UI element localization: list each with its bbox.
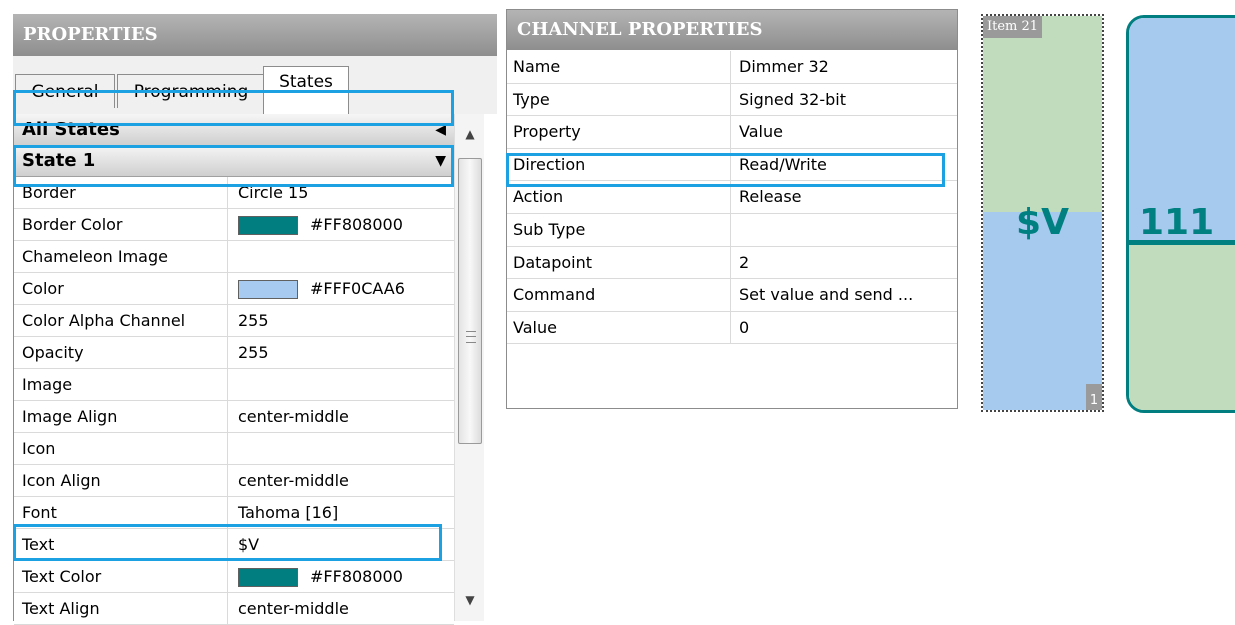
property-row[interactable]: Image Align center-middle [14,401,454,433]
property-row[interactable]: Image [14,369,454,401]
property-row[interactable]: Color #FFF0CAA6 [14,273,454,305]
property-name: Color Alpha Channel [14,305,228,336]
property-value[interactable]: center-middle [228,465,454,496]
color-value: #FF808000 [310,215,403,234]
color-swatch[interactable] [238,216,298,235]
item-text: $V [1016,202,1069,243]
property-row[interactable]: Text Align center-middle [14,593,454,625]
color-value: #FF808000 [310,567,403,586]
channel-property-name: Name [507,51,731,83]
property-row[interactable]: Opacity 255 [14,337,454,369]
channel-property-name: Sub Type [507,213,731,246]
channel-rows: Name Dimmer 32 Type Signed 32-bit Property Va… [507,51,957,345]
property-name: Color [14,273,228,304]
channel-property-name: Datapoint [507,246,731,279]
channel-row[interactable]: Name Dimmer 32 [507,51,957,84]
property-name: Image [14,369,228,400]
canvas-item-21[interactable]: Item 21 $V 1 [981,14,1104,412]
highlight-text-row [13,524,442,561]
property-value[interactable]: 255 [228,305,454,336]
channel-row[interactable]: Value 0 [507,311,957,345]
property-value[interactable] [228,433,454,464]
property-value[interactable]: #FF808000 [228,561,454,592]
property-value[interactable] [228,369,454,400]
item21-top-fill [983,16,1102,212]
channel-property-name: Property [507,116,731,148]
channel-property-name: Type [507,83,731,116]
channel-properties-title: CHANNEL PROPERTIES [507,10,957,50]
color-swatch[interactable] [238,280,298,299]
channel-property-value[interactable]: Set value and send ... [731,279,957,311]
channel-property-value[interactable]: Dimmer 32 [731,51,957,83]
highlight-direction-row [506,153,945,187]
channel-property-value[interactable]: 2 [731,247,957,279]
highlight-state-1 [13,145,454,187]
property-name: Chameleon Image [14,241,228,272]
property-row[interactable]: Icon [14,433,454,465]
channel-row[interactable]: Sub Type [507,213,957,247]
property-row[interactable]: Color Alpha Channel 255 [14,305,454,337]
canvas-item-b[interactable]: 111 [1126,15,1235,413]
channel-row[interactable]: Property Value [507,116,957,149]
property-name: Image Align [14,401,228,432]
channel-property-value[interactable] [731,214,957,246]
color-swatch[interactable] [238,568,298,587]
vertical-scrollbar[interactable]: ▲ ▼ [454,114,484,621]
channel-properties-panel: CHANNEL PROPERTIES Name Dimmer 32 Type Sign… [506,9,958,409]
property-row[interactable]: Text Color #FF808000 [14,561,454,593]
property-name: Icon [14,433,228,464]
channel-property-value[interactable]: Value [731,116,957,148]
channel-row[interactable]: Type Signed 32-bit [507,83,957,117]
property-value[interactable]: #FF808000 [228,209,454,240]
property-row[interactable]: Border Color #FF808000 [14,209,454,241]
channel-property-name: Command [507,279,731,311]
property-value[interactable] [228,241,454,272]
property-name: Icon Align [14,465,228,496]
property-name: Opacity [14,337,228,368]
channel-row[interactable]: Datapoint 2 [507,246,957,280]
item-b-text: 111 [1139,202,1215,243]
property-value[interactable]: center-middle [228,401,454,432]
property-row[interactable]: Icon Align center-middle [14,465,454,497]
color-value: #FFF0CAA6 [310,279,405,298]
property-name: Text Align [14,593,228,624]
property-name: Text Color [14,561,228,592]
channel-property-value[interactable]: Signed 32-bit [731,84,957,116]
scroll-thumb[interactable] [458,158,482,444]
highlight-tabs [13,90,454,126]
property-name: Border Color [14,209,228,240]
scroll-down-icon[interactable]: ▼ [455,588,485,612]
property-value[interactable]: #FFF0CAA6 [228,273,454,304]
property-row[interactable]: Chameleon Image [14,241,454,273]
property-value[interactable]: 255 [228,337,454,368]
channel-row[interactable]: Command Set value and send ... [507,279,957,312]
scroll-up-icon[interactable]: ▲ [455,122,485,146]
channel-property-name: Value [507,311,731,344]
item-label: Item 21 [983,16,1043,38]
itemb-bottom-fill [1129,243,1235,410]
grip-icon [466,331,476,343]
property-value[interactable]: center-middle [228,593,454,624]
item-index: 1 [1086,384,1102,410]
properties-title: PROPERTIES [13,14,497,56]
channel-property-value[interactable]: 0 [731,312,957,344]
